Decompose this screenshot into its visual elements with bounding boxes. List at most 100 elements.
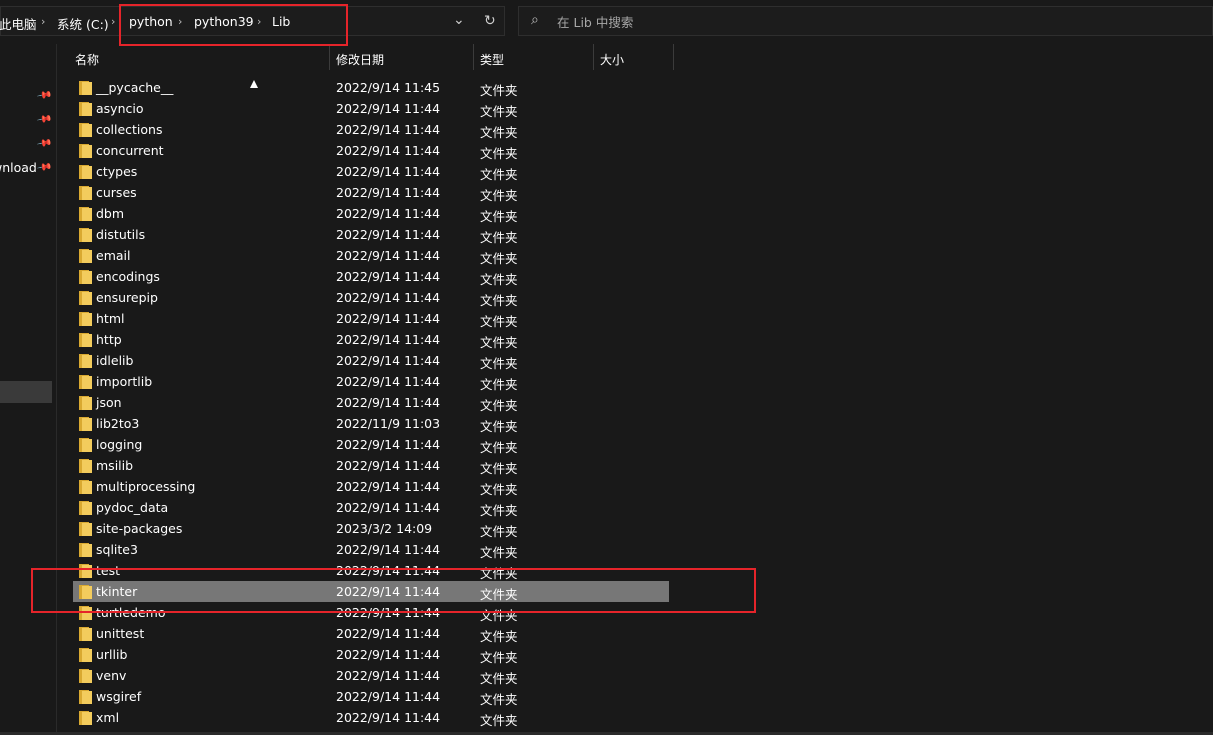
file-explorer-window: 此电脑 › 系统 (C:) › python › python39 › Lib … bbox=[0, 0, 1213, 735]
table-row[interactable]: urllib 2022/9/14 11:44 文件夹 bbox=[73, 644, 669, 665]
file-type: 文件夹 bbox=[480, 356, 518, 371]
file-type: 文件夹 bbox=[480, 335, 518, 350]
chevron-down-icon[interactable]: ⌄ bbox=[453, 12, 465, 28]
file-date: 2022/9/14 11:44 bbox=[336, 668, 441, 683]
column-header-size[interactable]: 大小 bbox=[600, 51, 624, 68]
table-row[interactable]: html 2022/9/14 11:44 文件夹 bbox=[73, 308, 669, 329]
file-type: 文件夹 bbox=[480, 377, 518, 392]
file-type: 文件夹 bbox=[480, 209, 518, 224]
table-row[interactable]: lib2to3 2022/11/9 11:03 文件夹 bbox=[73, 413, 669, 434]
column-divider[interactable] bbox=[593, 44, 594, 70]
folder-icon bbox=[78, 144, 92, 158]
table-row[interactable]: __pycache__ 2022/9/14 11:45 文件夹 bbox=[73, 77, 669, 98]
search-input[interactable] bbox=[555, 12, 1159, 32]
table-row[interactable]: site-packages 2023/3/2 14:09 文件夹 bbox=[73, 518, 669, 539]
breadcrumb-system-drive[interactable]: 系统 (C:) bbox=[57, 14, 109, 33]
file-date: 2022/9/14 11:44 bbox=[336, 626, 441, 641]
file-type: 文件夹 bbox=[480, 713, 518, 728]
file-name: asyncio bbox=[96, 101, 144, 116]
table-row[interactable]: idlelib 2022/9/14 11:44 文件夹 bbox=[73, 350, 669, 371]
nav-item-downloads[interactable]: wnload bbox=[0, 160, 37, 175]
table-row[interactable]: unittest 2022/9/14 11:44 文件夹 bbox=[73, 623, 669, 644]
column-divider[interactable] bbox=[329, 44, 330, 70]
table-row[interactable]: msilib 2022/9/14 11:44 文件夹 bbox=[73, 455, 669, 476]
table-row[interactable]: encodings 2022/9/14 11:44 文件夹 bbox=[73, 266, 669, 287]
refresh-icon[interactable]: ↻ bbox=[484, 13, 496, 29]
folder-icon bbox=[78, 354, 92, 368]
file-name: encodings bbox=[96, 269, 160, 284]
column-header-date[interactable]: 修改日期 bbox=[336, 51, 384, 68]
table-row[interactable]: dbm 2022/9/14 11:44 文件夹 bbox=[73, 203, 669, 224]
table-row[interactable]: sqlite3 2022/9/14 11:44 文件夹 bbox=[73, 539, 669, 560]
table-row[interactable]: logging 2022/9/14 11:44 文件夹 bbox=[73, 434, 669, 455]
folder-icon bbox=[78, 186, 92, 200]
file-name: wsgiref bbox=[96, 689, 142, 704]
table-row[interactable]: curses 2022/9/14 11:44 文件夹 bbox=[73, 182, 669, 203]
file-type: 文件夹 bbox=[480, 692, 518, 707]
table-row[interactable]: venv 2022/9/14 11:44 文件夹 bbox=[73, 665, 669, 686]
file-type: 文件夹 bbox=[480, 230, 518, 245]
folder-icon bbox=[78, 207, 92, 221]
table-row[interactable]: xml 2022/9/14 11:44 文件夹 bbox=[73, 707, 669, 728]
file-date: 2022/9/14 11:44 bbox=[336, 710, 441, 725]
table-row[interactable]: http 2022/9/14 11:44 文件夹 bbox=[73, 329, 669, 350]
file-name: importlib bbox=[96, 374, 153, 389]
file-name: email bbox=[96, 248, 131, 263]
table-row[interactable]: ctypes 2022/9/14 11:44 文件夹 bbox=[73, 161, 669, 182]
column-divider[interactable] bbox=[673, 44, 674, 70]
folder-icon bbox=[78, 459, 92, 473]
file-date: 2022/9/14 11:44 bbox=[336, 689, 441, 704]
folder-icon bbox=[78, 648, 92, 662]
file-name: multiprocessing bbox=[96, 479, 196, 494]
file-date: 2022/9/14 11:44 bbox=[336, 311, 441, 326]
folder-icon bbox=[78, 417, 92, 431]
highlight-box-breadcrumb bbox=[119, 4, 348, 46]
pin-icon[interactable]: 📌 bbox=[36, 87, 53, 103]
file-list-pane: 名称 修改日期 类型 大小 __pycache__ 2022/9/14 11:45… bbox=[56, 44, 1213, 733]
file-name: json bbox=[96, 395, 122, 410]
file-name: site-packages bbox=[96, 521, 183, 536]
breadcrumb-this-pc[interactable]: 此电脑 bbox=[0, 14, 37, 33]
column-header-type[interactable]: 类型 bbox=[480, 51, 504, 68]
table-row[interactable]: distutils 2022/9/14 11:44 文件夹 bbox=[73, 224, 669, 245]
file-type: 文件夹 bbox=[480, 503, 518, 518]
file-name: unittest bbox=[96, 626, 145, 641]
column-header-name[interactable]: 名称 bbox=[75, 51, 99, 68]
table-row[interactable]: importlib 2022/9/14 11:44 文件夹 bbox=[73, 371, 669, 392]
table-row[interactable]: asyncio 2022/9/14 11:44 文件夹 bbox=[73, 98, 669, 119]
table-row[interactable]: ensurepip 2022/9/14 11:44 文件夹 bbox=[73, 287, 669, 308]
table-row[interactable]: json 2022/9/14 11:44 文件夹 bbox=[73, 392, 669, 413]
file-type: 文件夹 bbox=[480, 146, 518, 161]
file-date: 2022/9/14 11:44 bbox=[336, 269, 441, 284]
folder-icon bbox=[78, 249, 92, 263]
table-row[interactable]: wsgiref 2022/9/14 11:44 文件夹 bbox=[73, 686, 669, 707]
file-type: 文件夹 bbox=[480, 293, 518, 308]
pin-icon[interactable]: 📌 bbox=[36, 159, 53, 175]
file-type: 文件夹 bbox=[480, 461, 518, 476]
search-icon: ⌕ bbox=[531, 12, 539, 28]
nav-item-selected[interactable] bbox=[0, 381, 52, 403]
file-type: 文件夹 bbox=[480, 83, 518, 98]
table-row[interactable]: collections 2022/9/14 11:44 文件夹 bbox=[73, 119, 669, 140]
table-row[interactable]: concurrent 2022/9/14 11:44 文件夹 bbox=[73, 140, 669, 161]
pin-icon[interactable]: 📌 bbox=[36, 135, 53, 151]
table-row[interactable]: pydoc_data 2022/9/14 11:44 文件夹 bbox=[73, 497, 669, 518]
file-name: __pycache__ bbox=[96, 80, 174, 95]
folder-icon bbox=[78, 81, 92, 95]
file-name: concurrent bbox=[96, 143, 164, 158]
file-date: 2022/9/14 11:44 bbox=[336, 122, 441, 137]
file-name: idlelib bbox=[96, 353, 134, 368]
chevron-right-icon[interactable]: › bbox=[111, 15, 115, 28]
pin-icon[interactable]: 📌 bbox=[36, 111, 53, 127]
file-date: 2022/9/14 11:44 bbox=[336, 290, 441, 305]
folder-icon bbox=[78, 270, 92, 284]
table-row[interactable]: email 2022/9/14 11:44 文件夹 bbox=[73, 245, 669, 266]
column-divider[interactable] bbox=[473, 44, 474, 70]
chevron-right-icon[interactable]: › bbox=[41, 15, 45, 28]
table-row[interactable]: multiprocessing 2022/9/14 11:44 文件夹 bbox=[73, 476, 669, 497]
file-name: sqlite3 bbox=[96, 542, 138, 557]
file-date: 2023/3/2 14:09 bbox=[336, 521, 433, 536]
file-type: 文件夹 bbox=[480, 251, 518, 266]
search-box[interactable]: ⌕ bbox=[518, 6, 1213, 36]
folder-icon bbox=[78, 228, 92, 242]
